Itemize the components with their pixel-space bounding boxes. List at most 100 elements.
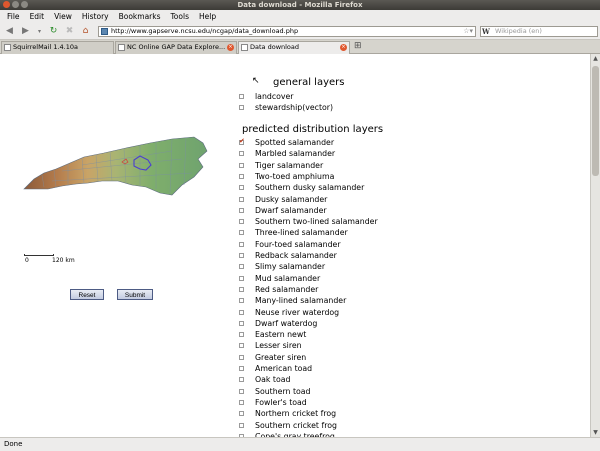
layer-label: Four-toed salamander (255, 239, 341, 249)
menu-history[interactable]: History (77, 12, 114, 21)
layer-checkbox[interactable] (239, 94, 244, 99)
layer-option[interactable]: Southern dusky salamander (239, 182, 364, 193)
layer-option[interactable]: Three-lined salamander (239, 227, 348, 238)
menu-edit[interactable]: Edit (25, 12, 50, 21)
layer-checkbox[interactable] (239, 399, 244, 405)
window-titlebar: Data download - Mozilla Firefox (0, 0, 600, 10)
scale-end-label: 120 km (52, 257, 75, 264)
layer-option[interactable]: landcover (239, 91, 294, 102)
layer-checkbox[interactable] (239, 298, 244, 304)
layer-label: Dusky salamander (255, 194, 328, 204)
layer-option[interactable]: Fowler's toad (239, 397, 307, 408)
layer-option[interactable]: Mud salamander (239, 273, 320, 284)
layer-checkbox[interactable] (239, 105, 244, 111)
menu-tools[interactable]: Tools (166, 12, 194, 21)
back-icon[interactable]: ◀ (4, 26, 15, 37)
layer-option[interactable]: Dwarf waterdog (239, 318, 317, 329)
layer-checkbox[interactable] (239, 230, 244, 236)
layer-checkbox[interactable] (239, 173, 244, 179)
stop-icon[interactable]: ✖ (64, 26, 75, 37)
wikipedia-engine-icon[interactable]: W (482, 27, 490, 36)
tab-label: Data download (250, 43, 300, 51)
layer-option[interactable]: Oak toad (239, 374, 290, 385)
layer-checkbox[interactable] (239, 137, 245, 145)
search-box[interactable]: W Wikipedia (en) (480, 26, 598, 37)
layer-checkbox[interactable] (239, 377, 244, 383)
menu-view[interactable]: View (49, 12, 77, 21)
search-placeholder: Wikipedia (en) (495, 27, 542, 35)
layer-checkbox[interactable] (239, 343, 244, 349)
layer-option[interactable]: stewardship(vector) (239, 102, 333, 113)
layer-option[interactable]: Dwarf salamander (239, 205, 327, 216)
new-tab-icon[interactable]: ⊞ (354, 41, 362, 52)
close-tab-icon[interactable]: × (340, 44, 347, 51)
layer-option[interactable]: Greater siren (239, 352, 306, 363)
layer-checkbox[interactable] (239, 388, 244, 394)
layer-checkbox[interactable] (239, 196, 244, 202)
layer-checkbox[interactable] (239, 422, 244, 428)
layer-option[interactable]: Southern toad (239, 386, 311, 397)
layer-option[interactable]: Spotted salamander (239, 137, 334, 148)
layer-checkbox[interactable] (239, 207, 244, 213)
state-shape (23, 136, 208, 196)
layer-option[interactable]: Eastern newt (239, 329, 306, 340)
layer-checkbox[interactable] (239, 332, 244, 338)
layer-option[interactable]: American toad (239, 363, 312, 374)
scroll-up-icon[interactable]: ▲ (591, 54, 600, 63)
layer-checkbox[interactable] (239, 286, 244, 292)
layer-option[interactable]: Dusky salamander (239, 194, 327, 205)
layer-option[interactable]: Northern cricket frog (239, 408, 336, 419)
layer-checkbox[interactable] (239, 151, 244, 157)
layer-checkbox[interactable] (239, 264, 244, 270)
layer-checkbox[interactable] (239, 354, 244, 360)
scrollbar-thumb[interactable] (592, 66, 599, 176)
layer-option[interactable]: Redback salamander (239, 250, 337, 261)
history-dropdown-icon[interactable]: ▾ (34, 26, 45, 37)
layer-option[interactable]: Slimy salamander (239, 261, 325, 272)
layer-checkbox[interactable] (239, 241, 244, 247)
tab-squirrelmail[interactable]: SquirrelMail 1.4.10a (1, 41, 114, 54)
close-tab-icon[interactable]: × (227, 44, 234, 51)
submit-button[interactable]: Submit (117, 289, 153, 300)
layer-checkbox[interactable] (239, 309, 244, 315)
layer-option[interactable]: Southern cricket frog (239, 420, 337, 431)
scroll-down-icon[interactable]: ▼ (591, 428, 600, 437)
layer-checkbox[interactable] (239, 366, 244, 371)
window-close-button[interactable] (3, 1, 10, 8)
reload-icon[interactable]: ↻ (48, 26, 59, 37)
layer-label: Dwarf salamander (255, 205, 327, 215)
layer-option[interactable]: Tiger salamander (239, 160, 323, 171)
layer-checkbox[interactable] (239, 162, 244, 168)
layer-label: Many-lined salamander (255, 296, 347, 306)
forward-icon[interactable]: ▶ (20, 26, 31, 37)
layer-option[interactable]: Marbled salamander (239, 148, 335, 159)
menu-file[interactable]: File (2, 12, 25, 21)
menu-help[interactable]: Help (194, 12, 221, 21)
window-maximize-button[interactable] (21, 1, 28, 8)
reset-button[interactable]: Reset (70, 289, 104, 300)
menu-bookmarks[interactable]: Bookmarks (114, 12, 166, 21)
url-bar[interactable]: http://www.gapserve.ncsu.edu/ncgap/data_… (98, 26, 476, 37)
page-scrollbar[interactable]: ▲ ▼ (590, 54, 600, 437)
layer-checkbox[interactable] (239, 320, 244, 326)
layer-checkbox[interactable] (239, 275, 244, 281)
layer-option[interactable]: Four-toed salamander (239, 239, 341, 250)
layer-option[interactable]: Southern two-lined salamander (239, 216, 378, 227)
layer-option[interactable]: Many-lined salamander (239, 295, 346, 306)
layer-label: Lesser siren (255, 341, 302, 351)
layer-checkbox[interactable] (239, 219, 244, 225)
bookmark-star-icon[interactable]: ☆▾ (463, 27, 473, 36)
tab-data-download[interactable]: Data download × (238, 41, 350, 54)
layer-option[interactable]: Neuse river waterdog (239, 307, 339, 318)
layer-option[interactable]: Red salamander (239, 284, 318, 295)
layer-checkbox[interactable] (239, 253, 244, 258)
layer-label: Mud salamander (255, 273, 321, 283)
layer-checkbox[interactable] (239, 411, 244, 417)
home-icon[interactable]: ⌂ (80, 26, 91, 37)
window-minimize-button[interactable] (12, 1, 19, 8)
layer-option[interactable]: Lesser siren (239, 340, 302, 351)
squirrelmail-favicon-icon (4, 44, 11, 51)
layer-checkbox[interactable] (239, 185, 244, 191)
tab-nc-gap-explorer[interactable]: NC Online GAP Data Explore... × (115, 41, 237, 54)
layer-option[interactable]: Two-toed amphiuma (239, 171, 334, 182)
